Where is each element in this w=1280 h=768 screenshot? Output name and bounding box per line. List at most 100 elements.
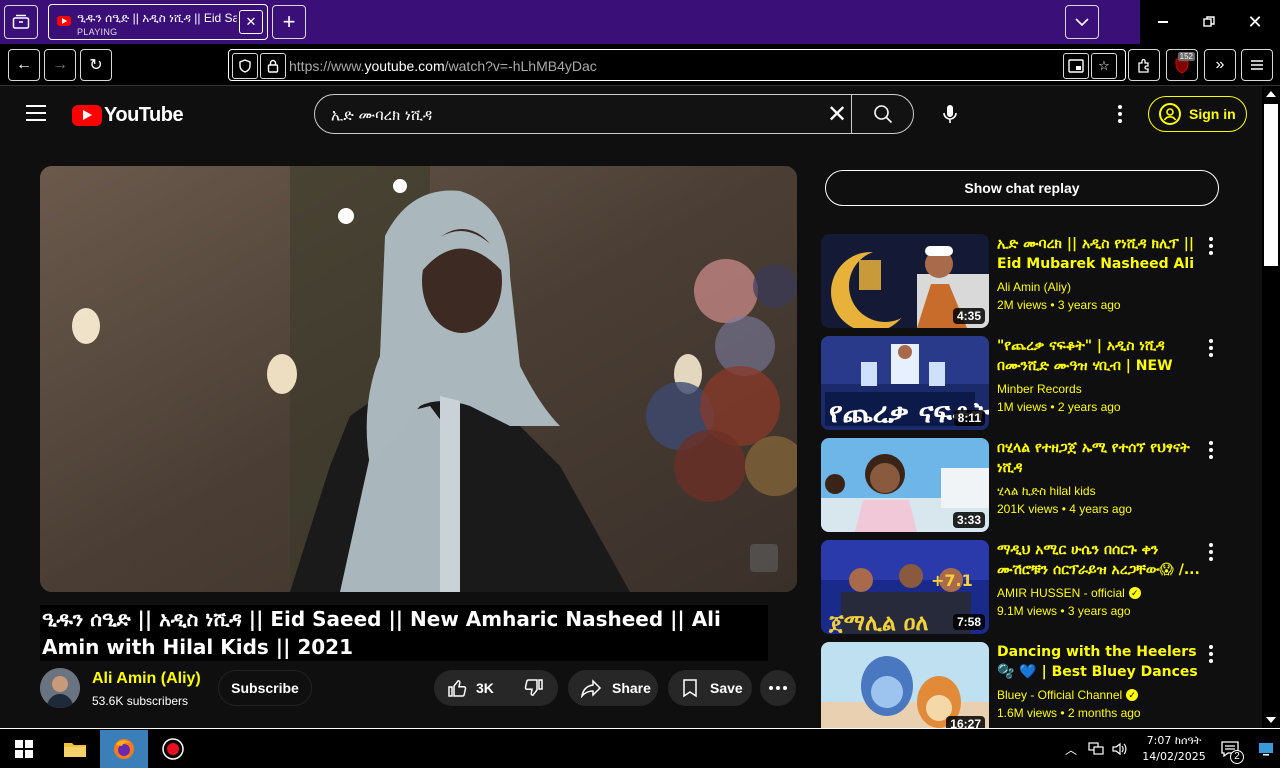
video-owner-row: Ali Amin (Aliy) 53.6K subscribers Subscr… xyxy=(40,668,800,712)
settings-kebab-icon[interactable] xyxy=(1110,100,1130,128)
sign-in-button[interactable]: Sign in xyxy=(1148,96,1247,132)
firefox-taskbar-button[interactable] xyxy=(100,730,148,768)
recommendation-channel[interactable]: Minber Records xyxy=(997,382,1082,396)
volume-button[interactable] xyxy=(1108,730,1132,768)
video-player[interactable] xyxy=(40,166,797,592)
address-bar[interactable]: https://www.youtube.com/watch?v=-hLhMB4y… xyxy=(228,49,1126,81)
recommendation-title[interactable]: "የጨረቃ ናፍቆት" | አዲስ ነሺዳ በሙንሺድ ሙዓዝ ሃቢብ | NE… xyxy=(997,336,1201,376)
scroll-up-arrow-icon[interactable] xyxy=(1266,91,1276,97)
reload-button[interactable]: ↻ xyxy=(80,49,112,81)
forward-button[interactable]: → xyxy=(44,49,76,81)
scroll-down-arrow-icon[interactable] xyxy=(1266,717,1276,723)
like-button[interactable]: 3K xyxy=(434,677,510,699)
recommendation-channel-name: AMIR HUSSEN - official xyxy=(997,586,1125,600)
recommendation-thumbnail[interactable]: የጨረቃ ናፍቆት 8:11 xyxy=(821,336,989,430)
desktop-icon xyxy=(1259,743,1273,756)
file-explorer-button[interactable] xyxy=(52,730,98,768)
youtube-play-icon xyxy=(72,105,102,126)
recommendation-channel[interactable]: ሂላል ኪድስ hilal kids xyxy=(997,484,1096,499)
recommendation-item[interactable]: 16:27 Dancing with the Heelers 🫧 💙 | Bes… xyxy=(821,642,1241,728)
recommendation-title[interactable]: ማዲህ አሚር ሁሴን በሰርጉ ቀን ሙሽሮቹን ሰርፕራይዝ አረጋቸው😱 … xyxy=(997,540,1201,580)
overflow-menu-button[interactable]: » xyxy=(1204,49,1236,81)
action-menu-icon[interactable] xyxy=(1205,644,1217,664)
double-chevron-right-icon: » xyxy=(1215,56,1225,73)
close-icon: ✕ xyxy=(1247,11,1263,32)
clear-search-icon[interactable]: ✕ xyxy=(823,101,851,129)
action-center-button[interactable]: 2 xyxy=(1212,730,1248,768)
duration-badge: 3:33 xyxy=(952,512,985,528)
recommendation-item[interactable]: 3:33 በሂላል የተዘጋጀ ኡሚ የተሰኘ የህፃናት ነሺዳ ሂላል ኪድ… xyxy=(821,438,1241,532)
extensions-button[interactable] xyxy=(1128,49,1160,81)
taskbar-clock[interactable]: 7:07 ከሰዓት 14/02/2025 xyxy=(1134,733,1214,765)
network-status-button[interactable] xyxy=(1084,730,1108,768)
tracking-protection-icon[interactable] xyxy=(232,53,258,79)
show-desktop-button[interactable] xyxy=(1252,730,1280,768)
voice-search-button[interactable] xyxy=(936,100,964,128)
list-all-tabs-button[interactable] xyxy=(1065,5,1099,39)
youtube-page: YouTube ኢድ ሙባረክ ነሺዳ ✕ Sign in ዒዱን ሰዒድ ||… xyxy=(0,86,1262,728)
network-icon xyxy=(1088,742,1104,755)
recommendation-thumbnail[interactable]: 4:35 xyxy=(821,234,989,328)
show-hidden-icons-button[interactable]: ︿ xyxy=(1060,730,1082,768)
more-actions-button[interactable] xyxy=(760,670,796,706)
recommendation-item[interactable]: +7.1 ጀማሊል ዐለ 7:58 ማዲህ አሚር ሁሴን በሰርጉ ቀን ሙሽ… xyxy=(821,540,1241,634)
recommendation-channel[interactable]: Ali Amin (Aliy) xyxy=(997,280,1071,294)
recorder-taskbar-button[interactable] xyxy=(150,730,196,768)
recommendation-meta: 1M views • 2 years ago xyxy=(997,400,1121,414)
restore-button[interactable] xyxy=(1186,0,1232,44)
action-menu-icon[interactable] xyxy=(1205,542,1217,562)
start-button[interactable] xyxy=(0,730,48,768)
back-button[interactable]: ← xyxy=(8,49,40,81)
duration-badge: 8:11 xyxy=(953,410,985,426)
more-horizontal-icon xyxy=(769,686,787,690)
tab-playing-label: PLAYING xyxy=(77,27,118,37)
action-menu-icon[interactable] xyxy=(1205,440,1217,460)
subscribe-button[interactable]: Subscribe xyxy=(218,670,312,706)
dislike-button[interactable] xyxy=(510,677,558,699)
recommendation-item[interactable]: የጨረቃ ናፍቆት 8:11 "የጨረቃ ናፍቆት" | አዲስ ነሺዳ በሙን… xyxy=(821,336,1241,430)
like-count: 3K xyxy=(476,680,494,696)
speaker-icon xyxy=(1112,742,1127,756)
new-tab-button[interactable]: + xyxy=(272,5,306,39)
app-menu-button[interactable] xyxy=(1241,49,1273,81)
recommendation-thumbnail[interactable]: +7.1 ጀማሊል ዐለ 7:58 xyxy=(821,540,989,634)
recommendation-item[interactable]: 4:35 ኢድ ሙባረክ || አዲስ የነሺዳ ክሊፕ || Eid Muba… xyxy=(821,234,1241,328)
save-button[interactable]: Save xyxy=(668,670,752,706)
site-info-icon[interactable] xyxy=(260,53,286,79)
record-icon xyxy=(162,738,184,760)
recommendation-title[interactable]: ኢድ ሙባረክ || አዲስ የነሺዳ ክሊፕ || Eid Mubarek N… xyxy=(997,234,1201,274)
guide-menu-icon[interactable] xyxy=(26,105,46,121)
tab-close-icon[interactable]: ✕ xyxy=(239,10,263,34)
chevron-up-icon: ︿ xyxy=(1064,742,1077,757)
action-menu-icon[interactable] xyxy=(1205,236,1217,256)
url-text: https://www.youtube.com/watch?v=-hLhMB4y… xyxy=(289,58,597,74)
active-tab[interactable]: ዒዱን ሰዒድ || አዲስ ነሺዳ || Eid Saeed || New A… xyxy=(48,4,268,40)
ublock-origin-button[interactable]: 152 xyxy=(1166,49,1198,81)
search-button[interactable] xyxy=(851,95,913,133)
recommendation-thumbnail[interactable]: 16:27 xyxy=(821,642,989,728)
clock-time: 7:07 ከሰዓት xyxy=(1146,734,1202,747)
recommendation-channel-name: ሂላል ኪድስ hilal kids xyxy=(997,484,1096,498)
tab-overview-button[interactable] xyxy=(4,5,38,39)
action-menu-icon[interactable] xyxy=(1205,338,1217,358)
recommendation-thumbnail[interactable]: 3:33 xyxy=(821,438,989,532)
picture-in-picture-button[interactable] xyxy=(1063,53,1089,79)
recommendation-title[interactable]: በሂላል የተዘጋጀ ኡሚ የተሰኘ የህፃናት ነሺዳ xyxy=(997,438,1201,478)
search-input[interactable]: ኢድ ሙባረክ ነሺዳ xyxy=(331,106,432,124)
scrollbar-thumb[interactable] xyxy=(1264,104,1278,266)
verified-badge-icon: ✓ xyxy=(1126,689,1139,701)
browser-navigation-bar: ← → ↻ https://www.youtube.com/watch?v=-h… xyxy=(0,44,1280,86)
recommendation-title[interactable]: Dancing with the Heelers 🫧 💙 | Best Blue… xyxy=(997,642,1201,682)
bookmark-star-button[interactable]: ☆ xyxy=(1091,53,1117,79)
youtube-logo[interactable]: YouTube xyxy=(72,104,184,127)
page-scrollbar[interactable] xyxy=(1262,86,1280,728)
recommendation-channel[interactable]: Bluey - Official Channel ✓ xyxy=(997,688,1139,702)
hamburger-menu-icon xyxy=(1251,60,1263,70)
show-chat-replay-button[interactable]: Show chat replay xyxy=(825,170,1219,206)
channel-name[interactable]: Ali Amin (Aliy) xyxy=(92,670,201,688)
recommendation-channel[interactable]: AMIR HUSSEN - official ✓ xyxy=(997,586,1141,600)
close-window-button[interactable]: ✕ xyxy=(1232,0,1278,44)
minimize-button[interactable] xyxy=(1140,0,1186,44)
channel-avatar[interactable] xyxy=(40,668,80,708)
share-button[interactable]: Share xyxy=(568,670,658,706)
